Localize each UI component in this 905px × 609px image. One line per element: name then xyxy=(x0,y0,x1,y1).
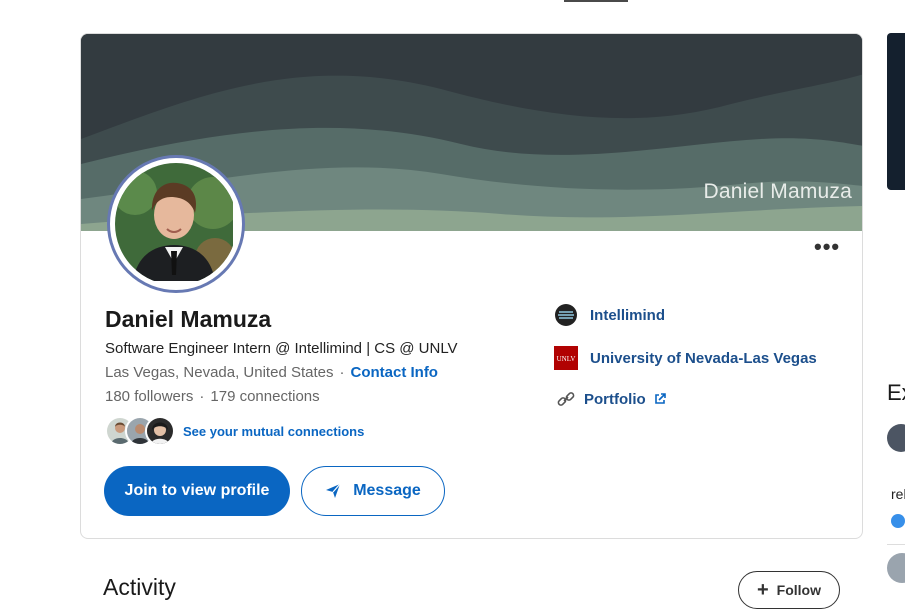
company-name: Intellimind xyxy=(590,306,665,324)
school-link[interactable]: UNLV University of Nevada-Las Vegas xyxy=(554,346,817,370)
sidebar-text: rel xyxy=(891,486,905,502)
sidebar-ad-card[interactable] xyxy=(887,33,905,190)
profile-avatar[interactable] xyxy=(107,155,245,293)
profile-name: Daniel Mamuza xyxy=(105,306,272,332)
join-to-view-profile-button[interactable]: Join to view profile xyxy=(104,466,290,516)
profile-location: Las Vegas, Nevada, United States xyxy=(105,364,334,381)
follow-button[interactable]: + Follow xyxy=(738,571,840,609)
link-icon xyxy=(554,387,578,411)
avatar xyxy=(145,416,175,446)
school-name: University of Nevada-Las Vegas xyxy=(590,349,817,367)
banner-name-text: Daniel Mamuza xyxy=(703,180,852,203)
portfolio-label: Portfolio xyxy=(584,390,646,408)
profile-counts: 180 followers · 179 connections xyxy=(105,388,320,405)
profile-headline: Software Engineer Intern @ Intellimind |… xyxy=(105,340,458,357)
svg-text:UNLV: UNLV xyxy=(557,355,576,363)
followers-count: 180 followers xyxy=(105,388,194,405)
mutual-connections[interactable]: See your mutual connections xyxy=(105,416,364,446)
unlv-logo: UNLV xyxy=(554,346,578,370)
avatar[interactable] xyxy=(887,424,905,452)
follow-button-label: Follow xyxy=(776,582,821,598)
message-button-label: Message xyxy=(353,482,421,499)
external-link-icon xyxy=(654,393,666,404)
mutual-connections-link[interactable]: See your mutual connections xyxy=(183,424,364,439)
portfolio-link[interactable]: Portfolio xyxy=(554,387,666,411)
avatar[interactable] xyxy=(887,553,905,583)
top-nav-underline xyxy=(564,0,628,2)
more-options-button[interactable]: ••• xyxy=(814,236,840,258)
more-horizontal-icon: ••• xyxy=(814,234,841,259)
profile-card: Daniel Mamuza ••• Daniel Mamuza Software… xyxy=(80,33,863,539)
connections-count: 179 connections xyxy=(210,388,320,405)
message-button[interactable]: Message xyxy=(301,466,445,516)
mutual-avatars xyxy=(105,416,175,446)
contact-info-link[interactable]: Contact Info xyxy=(350,364,438,381)
plus-icon: + xyxy=(756,579,769,601)
sidebar-divider xyxy=(887,544,905,545)
company-link[interactable]: Intellimind xyxy=(554,303,665,327)
like-icon xyxy=(891,514,905,528)
send-icon xyxy=(326,483,341,498)
sidebar-heading: Ex xyxy=(887,380,905,405)
activity-heading: Activity xyxy=(103,574,176,600)
intellimind-logo xyxy=(554,303,578,327)
profile-location-row: Las Vegas, Nevada, United States · Contact… xyxy=(105,364,438,381)
profile-photo xyxy=(115,163,233,281)
